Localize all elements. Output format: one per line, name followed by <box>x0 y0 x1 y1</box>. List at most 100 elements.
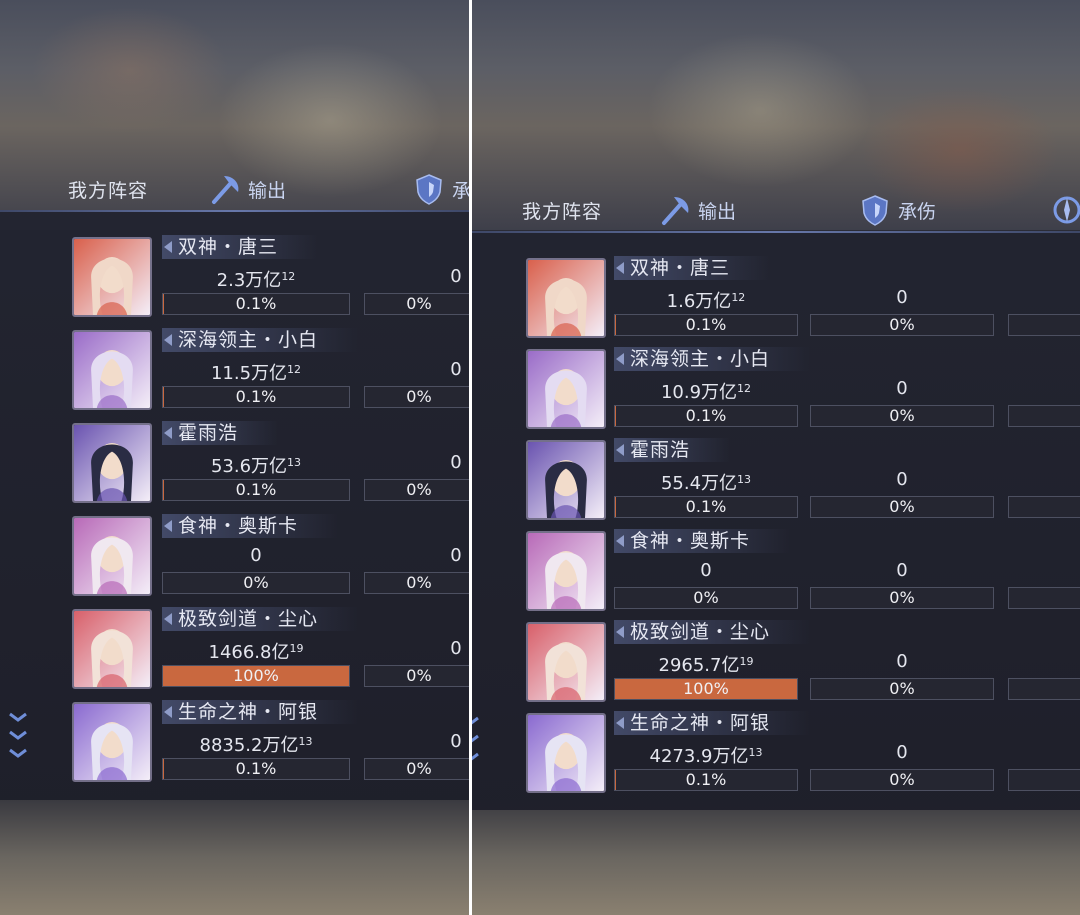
hero-avatar[interactable] <box>72 609 152 689</box>
screen-right: 我方阵容 输出 承伤 双神・唐三 1.6万亿12 0.1% 0 0% 深海领主・… <box>472 0 1080 915</box>
hero-avatar[interactable] <box>526 713 606 793</box>
healing-share-bar <box>1008 587 1080 609</box>
healing-share-bar <box>1008 314 1080 336</box>
output-value: 10.9万亿12 <box>616 378 796 404</box>
damage-taken-share-bar: 0% <box>810 496 994 518</box>
healing-share-bar <box>1008 678 1080 700</box>
hero-row[interactable]: 深海领主・小白 10.9万亿12 0.1% 0 0% <box>472 347 1080 433</box>
damage-taken-share-bar: 0% <box>364 479 469 501</box>
hero-avatar[interactable] <box>72 702 152 782</box>
output-share-label: 0% <box>693 588 719 607</box>
output-share-bar: 0.1% <box>614 496 798 518</box>
output-amount: 11.5万亿 <box>210 363 288 384</box>
tab-damage-taken[interactable]: 承 <box>412 172 469 206</box>
damage-taken-share-bar: 0% <box>364 293 469 315</box>
damage-taken-share-bar: 0% <box>810 405 994 427</box>
hero-avatar[interactable] <box>526 622 606 702</box>
hero-row[interactable]: 生命之神・阿银 4273.9万亿13 0.1% 0 0% <box>472 711 1080 797</box>
damage-taken-share-bar: 0% <box>810 587 994 609</box>
tab-output-label: 输出 <box>698 200 737 223</box>
hero-avatar[interactable] <box>72 237 152 317</box>
output-share-bar: 100% <box>162 665 350 687</box>
output-share-label: 100% <box>683 679 729 698</box>
hero-portrait-icon <box>528 715 604 791</box>
damage-taken-share-label: 0% <box>889 315 915 334</box>
healing-share-bar <box>1008 405 1080 427</box>
hero-avatar[interactable] <box>72 423 152 503</box>
output-share-bar: 100% <box>614 678 798 700</box>
output-exponent: 13 <box>737 473 752 486</box>
hero-name: 双神・唐三 <box>614 256 771 280</box>
hero-name: 深海领主・小白 <box>162 328 359 352</box>
output-value: 4273.9万亿13 <box>616 742 796 768</box>
output-share-label: 0.1% <box>685 315 727 334</box>
damage-taken-share-label: 0% <box>406 759 432 778</box>
output-share-label: 0.1% <box>235 387 277 406</box>
output-exponent: 13 <box>287 456 302 469</box>
damage-taken-share-label: 0% <box>406 480 432 499</box>
hero-row[interactable]: 霍雨浩 53.6万亿13 0.1% 0 0% <box>0 421 469 507</box>
damage-taken-share-label: 0% <box>406 573 432 592</box>
team-label: 我方阵容 <box>68 179 149 202</box>
output-exponent: 12 <box>731 291 746 304</box>
damage-taken-value: 0 <box>450 545 462 566</box>
team-header: 我方阵容 输出 承 <box>0 166 469 212</box>
hero-row[interactable]: 极致剑道・尘心 2965.7亿19 100% 0 0% <box>472 620 1080 706</box>
output-share-bar: 0.1% <box>614 405 798 427</box>
hero-row[interactable]: 生命之神・阿银 8835.2万亿13 0.1% 0 0% <box>0 700 469 786</box>
damage-taken-share-label: 0% <box>889 406 915 425</box>
output-share-bar: 0.1% <box>162 758 350 780</box>
output-exponent: 12 <box>737 382 752 395</box>
damage-taken-value: 0 <box>450 638 462 659</box>
hero-name: 生命之神・阿银 <box>614 711 811 735</box>
damage-taken-value: 0 <box>896 742 908 763</box>
hero-avatar[interactable] <box>72 330 152 410</box>
damage-taken-share-label: 0% <box>889 679 915 698</box>
tab-output[interactable]: 输出 <box>658 193 736 227</box>
hero-row[interactable]: 霍雨浩 55.4万亿13 0.1% 0 0% <box>472 438 1080 524</box>
hero-row[interactable]: 双神・唐三 1.6万亿12 0.1% 0 0% <box>472 256 1080 342</box>
output-amount: 53.6万亿 <box>210 456 288 477</box>
hero-avatar[interactable] <box>526 440 606 520</box>
hero-avatar[interactable] <box>526 531 606 611</box>
damage-taken-share-bar: 0% <box>364 572 469 594</box>
output-share-label: 0.1% <box>235 759 277 778</box>
output-share-label: 0.1% <box>235 480 277 499</box>
tab-healing[interactable] <box>1050 193 1080 227</box>
output-amount: 10.9万亿 <box>660 382 738 403</box>
output-exponent: 19 <box>739 655 754 668</box>
tab-damage-taken-label: 承伤 <box>898 200 937 223</box>
damage-taken-value: 0 <box>450 359 462 380</box>
hero-row[interactable]: 深海领主・小白 11.5万亿12 0.1% 0 0% <box>0 328 469 414</box>
tab-damage-taken[interactable]: 承伤 <box>858 193 936 227</box>
hero-row[interactable]: 食神・奥斯卡 0 0% 0 0% <box>472 529 1080 615</box>
hero-row[interactable]: 极致剑道・尘心 1466.8亿19 100% 0 0% <box>0 607 469 693</box>
damage-taken-value: 0 <box>450 266 462 287</box>
output-share-bar: 0% <box>614 587 798 609</box>
hero-name: 食神・奥斯卡 <box>162 514 339 538</box>
output-exponent: 12 <box>281 270 296 283</box>
tab-output[interactable]: 输出 <box>208 172 286 206</box>
hero-avatar[interactable] <box>526 349 606 429</box>
output-share-label: 100% <box>233 666 279 685</box>
hero-portrait-icon <box>528 260 604 336</box>
hero-row[interactable]: 食神・奥斯卡 0 0% 0 0% <box>0 514 469 600</box>
hero-name: 双神・唐三 <box>162 235 319 259</box>
team-header: 我方阵容 输出 承伤 <box>472 187 1080 233</box>
hero-name: 食神・奥斯卡 <box>614 529 791 553</box>
split-divider <box>469 0 472 915</box>
hero-portrait-icon <box>528 624 604 700</box>
output-value: 8835.2万亿13 <box>166 731 346 757</box>
hero-avatar[interactable] <box>526 258 606 338</box>
output-amount: 2.3万亿 <box>216 270 282 291</box>
output-amount: 55.4万亿 <box>660 473 738 494</box>
hero-avatar[interactable] <box>72 516 152 596</box>
output-value: 2965.7亿19 <box>616 651 796 677</box>
hero-name: 极致剑道・尘心 <box>162 607 359 631</box>
hero-row[interactable]: 双神・唐三 2.3万亿12 0.1% 0 0% <box>0 235 469 321</box>
damage-taken-share-bar: 0% <box>810 678 994 700</box>
damage-taken-value: 0 <box>896 287 908 308</box>
output-exponent: 13 <box>748 746 763 759</box>
damage-taken-share-label: 0% <box>889 497 915 516</box>
output-amount: 1.6万亿 <box>666 291 732 312</box>
